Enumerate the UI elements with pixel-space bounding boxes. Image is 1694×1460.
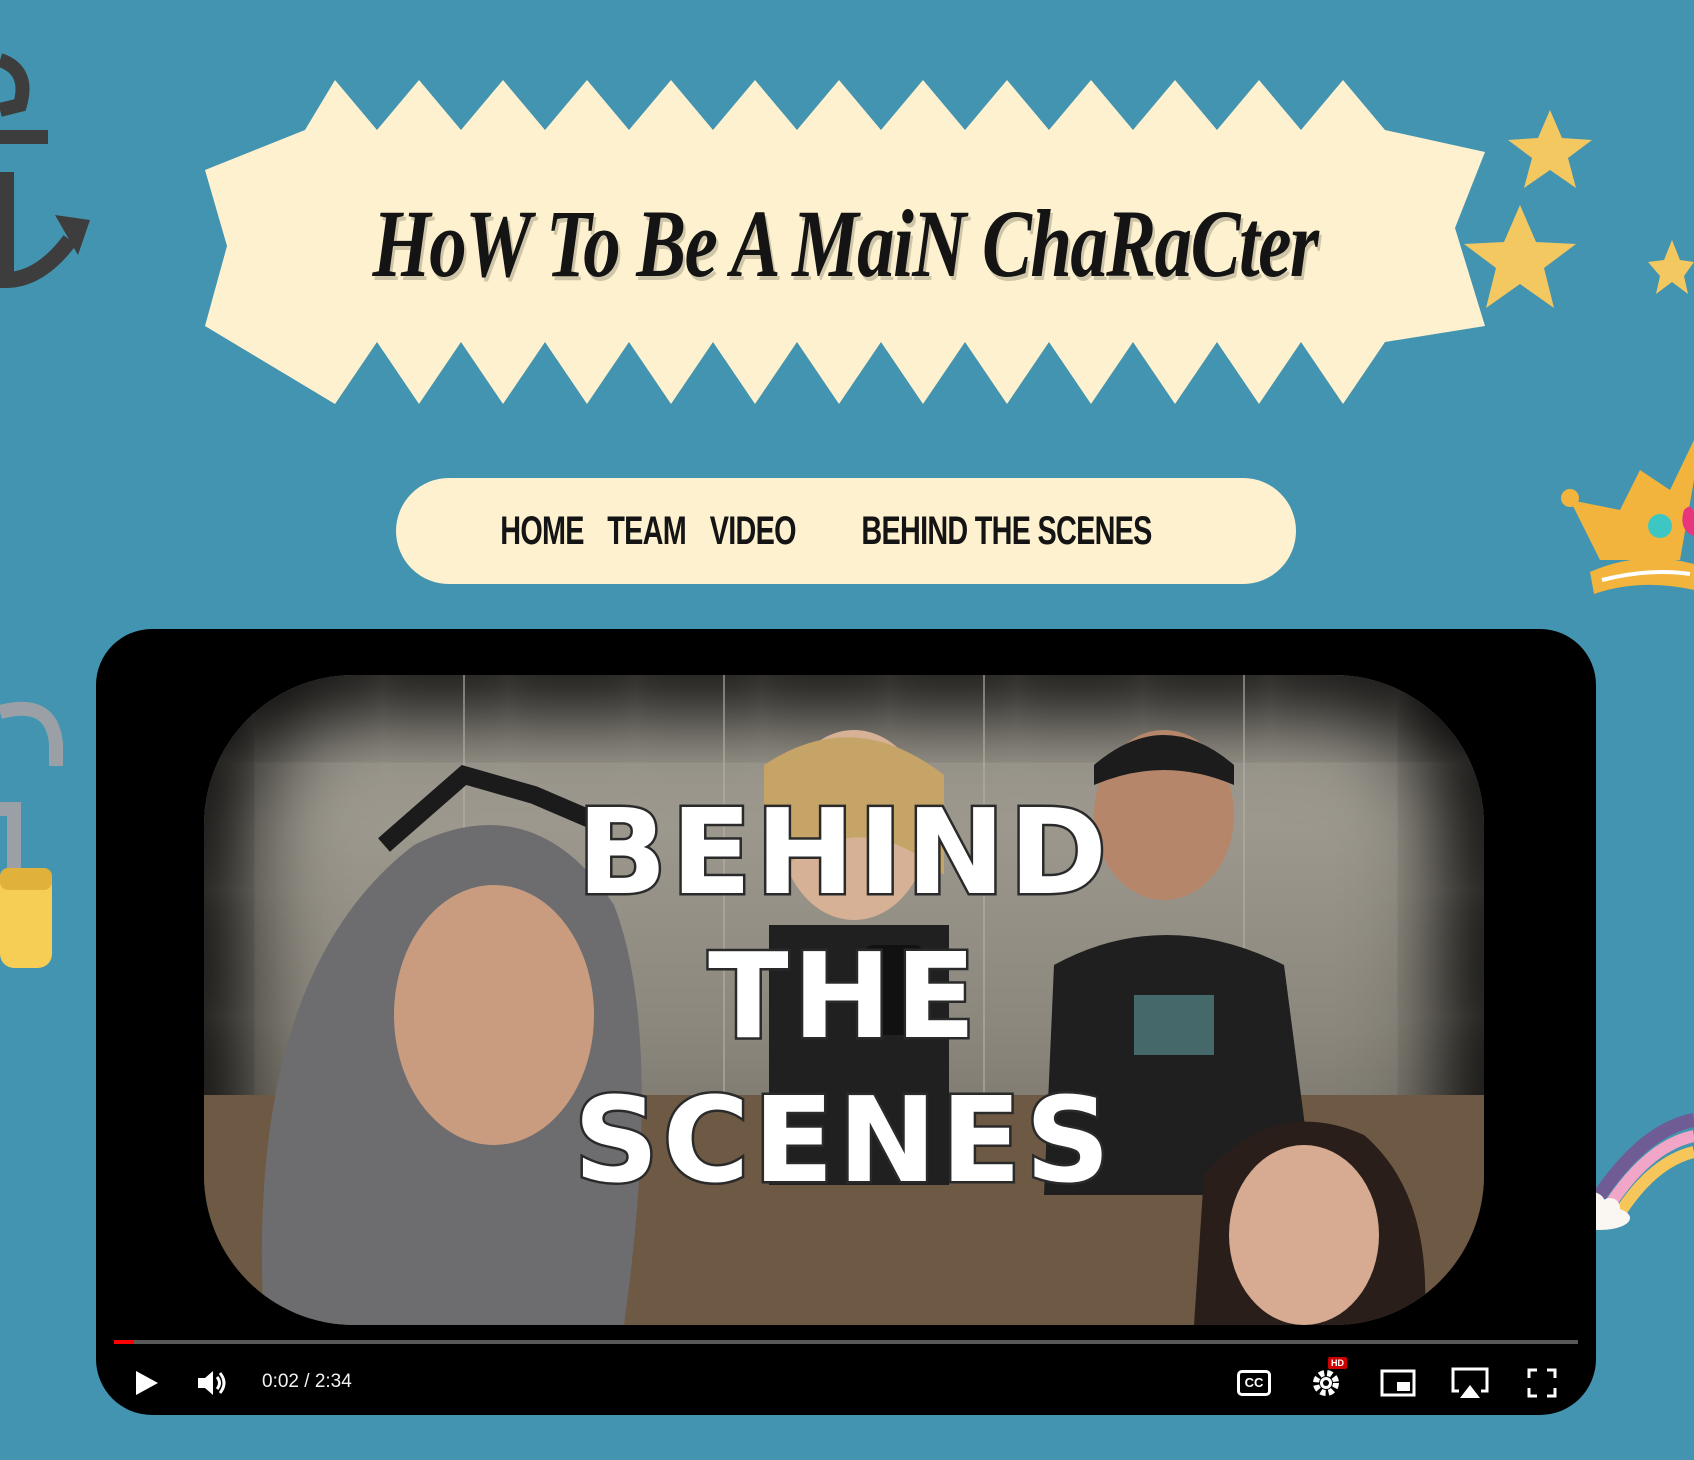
airplay-button[interactable] [1448, 1361, 1492, 1405]
miniplayer-button[interactable] [1376, 1361, 1420, 1405]
fullscreen-icon [1527, 1368, 1557, 1398]
anchor-icon [0, 30, 95, 300]
nav-item-video[interactable]: VIDEO [710, 509, 797, 554]
padlock-icon [0, 684, 70, 969]
crown-icon [1560, 440, 1694, 596]
progress-bar[interactable] [114, 1340, 1578, 1344]
nav-item-team[interactable]: TEAM [607, 509, 686, 554]
video-player[interactable]: BEHIND THE SCENES 0:02 / 2:34 CC HD [96, 629, 1596, 1415]
main-nav: HOME TEAM VIDEO BEHIND THE SCENES [396, 478, 1296, 584]
volume-icon [198, 1371, 226, 1395]
settings-gear-icon [1313, 1370, 1339, 1396]
play-button[interactable] [124, 1361, 168, 1405]
airplay-icon [1451, 1367, 1489, 1398]
cc-icon: CC [1236, 1370, 1272, 1396]
page: { "site": { "title": "HoW To Be A MaiN C… [0, 0, 1694, 1460]
player-controls: 0:02 / 2:34 CC HD [96, 1351, 1596, 1415]
settings-button[interactable]: HD [1304, 1357, 1348, 1405]
progress-played [114, 1340, 134, 1344]
overlay-title-line-2: THE [706, 927, 980, 1065]
hd-badge: HD [1328, 1357, 1347, 1369]
overlay-title-line-1: BEHIND [575, 783, 1111, 921]
nav-item-behind-the-scenes[interactable]: BEHIND THE SCENES [861, 509, 1152, 554]
nav-item-home[interactable]: HOME [500, 509, 584, 554]
video-frame[interactable]: BEHIND THE SCENES [204, 675, 1484, 1325]
miniplayer-icon [1380, 1369, 1416, 1397]
volume-button[interactable] [190, 1361, 234, 1405]
play-icon [136, 1371, 158, 1395]
overlay-title-line-3: SCENES [571, 1071, 1115, 1209]
time-display: 0:02 / 2:34 [262, 1371, 352, 1392]
fullscreen-button[interactable] [1520, 1361, 1564, 1405]
captions-button[interactable]: CC [1232, 1361, 1276, 1405]
site-title: HoW To Be A MaiN ChaRaCter [372, 190, 1319, 297]
site-title-banner: HoW To Be A MaiN ChaRaCter [205, 80, 1485, 404]
